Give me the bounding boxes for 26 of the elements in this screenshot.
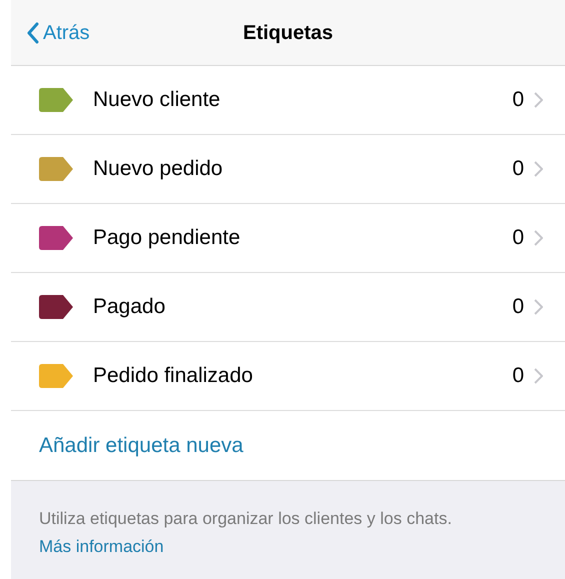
- label-row[interactable]: Nuevo cliente 0: [11, 66, 565, 135]
- label-count: 0: [512, 363, 524, 390]
- label-count: 0: [512, 87, 524, 114]
- label-row[interactable]: Pedido finalizado 0: [11, 342, 565, 411]
- label-name: Pagado: [93, 294, 166, 320]
- back-button[interactable]: Atrás: [11, 18, 90, 48]
- chevron-right-icon: [534, 299, 543, 315]
- label-name: Pago pendiente: [93, 225, 242, 252]
- label-row[interactable]: Pago pendiente 0: [11, 204, 565, 273]
- footer-text: Utiliza etiquetas para organizar los clientes y los chats. Más información: [39, 508, 453, 558]
- chevron-left-icon: [27, 22, 39, 44]
- label-count: 0: [512, 156, 524, 182]
- more-info-link[interactable]: Más información: [39, 537, 164, 556]
- label-name: Nuevo cliente: [93, 87, 222, 114]
- chevron-right-icon: [534, 230, 543, 246]
- label-row[interactable]: Nuevo pedido 0: [11, 135, 565, 204]
- label-count: 0: [512, 294, 524, 320]
- label-name: Pedido finalizado: [93, 363, 254, 390]
- add-label-button[interactable]: Añadir etiqueta nueva: [39, 430, 244, 462]
- page-title: Etiquetas: [242, 20, 334, 46]
- label-count: 0: [512, 225, 524, 252]
- label-name: Nuevo pedido: [93, 156, 224, 182]
- chevron-right-icon: [534, 161, 543, 177]
- chevron-right-icon: [534, 368, 543, 384]
- label-row[interactable]: Pagado 0: [11, 273, 565, 342]
- chevron-right-icon: [534, 92, 543, 108]
